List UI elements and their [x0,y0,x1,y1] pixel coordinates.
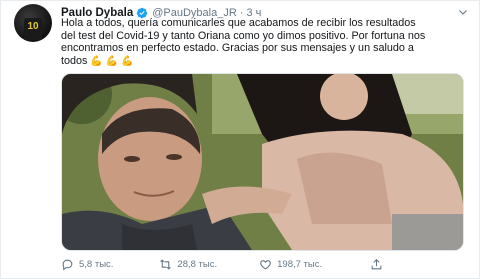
tweet-text-line: encontramos en perfecto estado. Gracias … [61,42,414,55]
tweet-text-line-last: todos 💪 💪 💪 [61,55,473,69]
like-button[interactable]: 198,7 тыс. [259,258,322,271]
retweet-count: 28,8 тыс. [177,258,218,270]
tweet-text-line: Hola a todos, quería comunicarles que ac… [61,17,416,29]
retweet-button[interactable]: 28,8 тыс. [159,258,217,271]
reply-count: 5,8 тыс. [79,258,114,270]
retweet-icon [160,258,172,270]
tweet-text: Hola a todos, quería comunicarles que ac… [61,17,473,68]
photo-image [62,74,463,250]
tweet-card[interactable]: 10 Paulo Dybala @PauDybala_JR · 3 ч Hola… [0,0,480,279]
reply-button[interactable]: 5,8 тыс. [61,258,113,271]
flexed-biceps-icon: 💪 [121,55,134,67]
tweet-text-line: del test del Covid-19 y tanto Oriana com… [61,29,426,42]
tweet-text-line: todos [61,54,88,67]
reply-icon [62,259,73,270]
like-count: 198,7 тыс. [277,258,323,270]
tweet-actions: 5,8 тыс. 28,8 тыс. 198,7 тыс. [61,255,421,273]
tweet-photo[interactable] [61,73,464,251]
flexed-biceps-icon: 💪 [105,55,119,67]
like-icon [260,259,271,269]
avatar-jersey-number: 10 [27,21,39,32]
share-button[interactable] [370,258,388,271]
avatar[interactable]: 10 [14,4,52,42]
flexed-biceps-icon: 💪 [90,55,103,67]
share-icon [371,258,382,269]
